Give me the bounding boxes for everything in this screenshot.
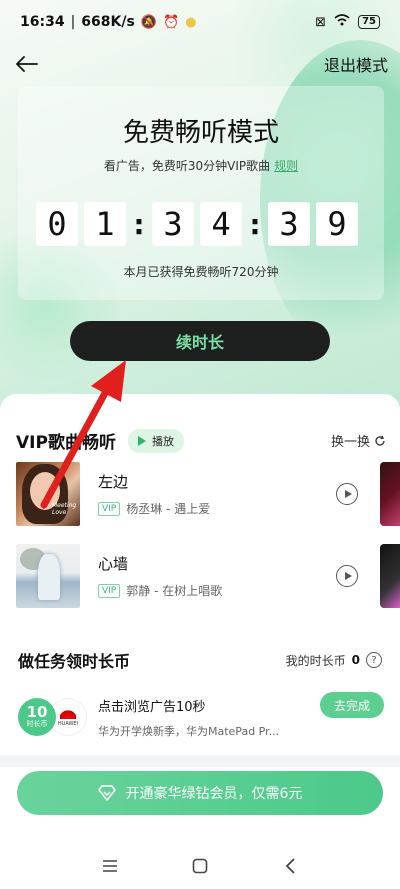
notification-dot-icon: ● (185, 14, 197, 30)
next-cover-peek (380, 462, 400, 526)
help-icon[interactable]: ? (366, 652, 382, 668)
list-item[interactable]: 心墙 VIP 郭静 - 在树上唱歌 (16, 544, 386, 608)
play-circle-icon[interactable] (336, 483, 358, 505)
play-all-button[interactable]: 播放 (127, 428, 184, 453)
next-cover-peek (380, 544, 400, 608)
timer-digit: 0 (36, 202, 78, 246)
card-subtitle: 看广告，免费听30分钟VIP歌曲 规则 (103, 159, 299, 173)
rules-link[interactable]: 规则 (274, 159, 298, 173)
menu-icon (103, 860, 117, 872)
alarm-icon: ⏰ (163, 14, 180, 30)
card-title: 免费畅听模式 (122, 118, 279, 148)
sim-off-icon: ⊠ (315, 14, 327, 30)
timer-colon: : (249, 207, 261, 241)
battery-icon: 75 (358, 15, 380, 29)
menu-key[interactable] (100, 856, 120, 876)
timer-digit: 3 (152, 202, 194, 246)
section-divider (0, 755, 400, 767)
timer-digit: 9 (316, 202, 358, 246)
refresh-button[interactable]: 换一换 (331, 431, 386, 450)
extend-time-button[interactable]: 续时长 (70, 321, 330, 361)
monthly-note: 本月已获得免费畅听720分钟 (123, 265, 279, 279)
my-coins: 我的时长币 0 ? (286, 652, 382, 669)
task-name: 点击浏览广告10秒 (98, 699, 206, 715)
vip-section-title: VIP歌曲畅听 (16, 433, 116, 453)
song-title: 左边 (98, 473, 129, 491)
wifi-icon (334, 14, 350, 30)
refresh-icon (375, 435, 385, 446)
mute-icon: 🔕 (140, 14, 158, 30)
system-nav-bar (0, 846, 400, 886)
timer-digit: 3 (268, 202, 310, 246)
square-icon (192, 858, 208, 874)
status-bar: 16:34 | 668K/s 🔕 ⏰ ● ⊠ 75 (0, 0, 400, 44)
task-description: 华为开学焕新季，华为MatePad Pr... (98, 724, 280, 738)
countdown-timer: 0 1 : 3 4 : 3 9 (36, 202, 364, 246)
status-time: 16:34 (20, 14, 65, 30)
task-item: 10 时长币 HUAWEI 点击浏览广告10秒 华为开学焕新季，华为MatePa… (18, 690, 384, 744)
task-section-header: 做任务领时长币 我的时长币 0 ? (18, 648, 382, 672)
back-key[interactable] (280, 856, 300, 876)
play-icon (137, 435, 146, 446)
open-vip-button[interactable]: 开通豪华绿钻会员，仅需6元 (17, 771, 383, 815)
complete-task-button[interactable]: 去完成 (320, 692, 384, 718)
network-speed: 668K/s (81, 14, 135, 30)
album-cover (16, 544, 80, 608)
song-artist-album: 杨丞琳 - 遇上爱 (126, 502, 211, 516)
timer-digit: 4 (200, 202, 242, 246)
vip-badge: VIP (98, 583, 121, 598)
timer-digit: 1 (84, 202, 126, 246)
song-artist-album: 郭静 - 在树上唱歌 (126, 584, 223, 598)
list-item[interactable]: Meeting Love 左边 VIP 杨丞琳 - 遇上爱 (16, 462, 386, 526)
vip-section-header: VIP歌曲畅听 播放 换一换 (16, 428, 386, 453)
free-listen-card: 免费畅听模式 看广告，免费听30分钟VIP歌曲 规则 0 1 : 3 4 : 3 … (18, 86, 384, 300)
timer-colon: : (133, 207, 145, 241)
exit-mode-button[interactable]: 退出模式 (324, 52, 388, 76)
coins-value: 0 (351, 653, 360, 667)
back-button[interactable] (12, 49, 42, 79)
arrow-left-icon (16, 56, 38, 72)
album-cover: Meeting Love (16, 462, 80, 526)
home-key[interactable] (190, 856, 210, 876)
top-nav: 退出模式 (0, 44, 400, 84)
chevron-left-icon (285, 858, 295, 874)
coin-reward-badge: 10 时长币 (18, 698, 56, 736)
diamond-icon (97, 785, 116, 801)
play-circle-icon[interactable] (336, 565, 358, 587)
song-title: 心墙 (98, 555, 129, 573)
vip-badge: VIP (98, 501, 121, 516)
task-section-title: 做任务领时长币 (18, 652, 131, 671)
